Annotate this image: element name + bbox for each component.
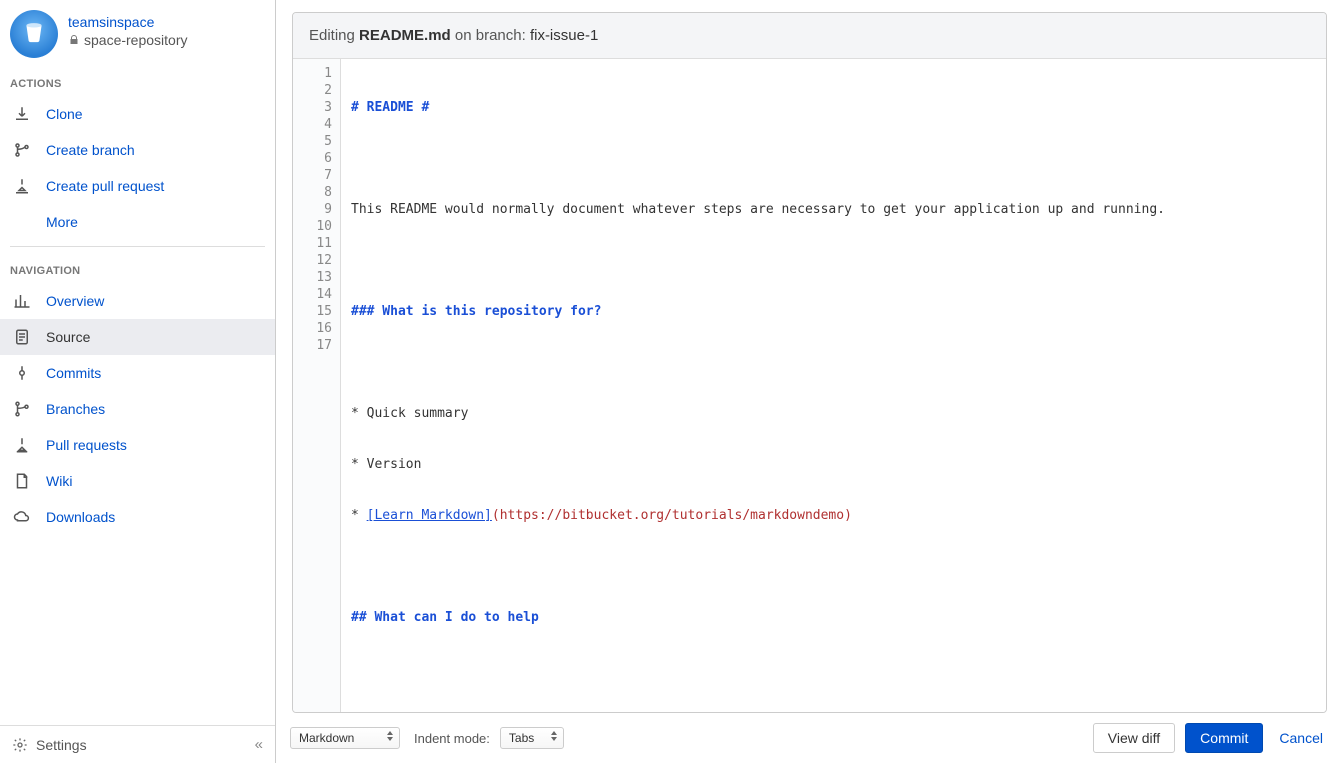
editor-frame: Editing README.md on branch: fix-issue-1… — [292, 12, 1327, 713]
action-label: Create pull request — [46, 178, 164, 194]
line-number: 15 — [293, 303, 332, 320]
line-number: 12 — [293, 252, 332, 269]
syntax-select[interactable]: Markdown — [290, 727, 400, 749]
repo-row: space-repository — [68, 32, 188, 48]
file-lines-icon — [12, 327, 32, 347]
code-token: ## What can I do to help — [351, 610, 539, 625]
line-number: 17 — [293, 337, 332, 354]
code-area[interactable]: # README # This README would normally do… — [341, 59, 1326, 712]
line-number: 11 — [293, 235, 332, 252]
line-number: 16 — [293, 320, 332, 337]
bucket-icon — [21, 21, 47, 47]
code-token: * Quick summary — [351, 406, 468, 421]
line-number: 6 — [293, 150, 332, 167]
bottom-bar: Markdown Indent mode: Tabs View diff Com… — [276, 713, 1343, 763]
chart-icon — [12, 291, 32, 311]
editor-header-file: README.md — [359, 27, 451, 44]
nav-label: Downloads — [46, 509, 115, 525]
indent-mode-select[interactable]: Tabs — [500, 727, 564, 749]
nav-label: Wiki — [46, 473, 72, 489]
code-token: * Version — [351, 457, 421, 472]
nav-label: Overview — [46, 293, 104, 309]
blank-icon — [12, 212, 32, 232]
line-number: 10 — [293, 218, 332, 235]
action-more[interactable]: More — [0, 204, 275, 240]
code-token: # README # — [351, 100, 429, 115]
code-token: (https://bitbucket.org/tutorials/markdow… — [492, 508, 852, 523]
action-create-branch[interactable]: Create branch — [0, 132, 275, 168]
nav-branches[interactable]: Branches — [0, 391, 275, 427]
project-info: teamsinspace space-repository — [68, 10, 188, 48]
repo-name: space-repository — [84, 32, 188, 48]
view-diff-button[interactable]: View diff — [1093, 723, 1175, 753]
navigation-label: NAVIGATION — [0, 253, 275, 283]
nav-wiki[interactable]: Wiki — [0, 463, 275, 499]
main: Editing README.md on branch: fix-issue-1… — [276, 0, 1343, 763]
line-number: 4 — [293, 116, 332, 133]
action-clone[interactable]: Clone — [0, 96, 275, 132]
actions-label: ACTIONS — [0, 66, 275, 96]
line-number: 5 — [293, 133, 332, 150]
page-icon — [12, 471, 32, 491]
project-avatar[interactable] — [10, 10, 58, 58]
line-number: 14 — [293, 286, 332, 303]
action-label: More — [46, 214, 78, 230]
line-number-gutter: 1 2 3 4 5 6 7 8 9 10 11 12 13 14 15 16 1… — [293, 59, 341, 712]
code-token: [Learn Markdown] — [367, 508, 492, 523]
sidebar-header: teamsinspace space-repository — [0, 0, 275, 66]
pull-request-plus-icon — [12, 176, 32, 196]
line-number: 7 — [293, 167, 332, 184]
branch-icon — [12, 399, 32, 419]
download-icon — [12, 104, 32, 124]
commit-button[interactable]: Commit — [1185, 723, 1263, 753]
gear-icon — [12, 737, 28, 753]
code-token: * — [351, 508, 367, 523]
branch-plus-icon — [12, 140, 32, 160]
action-create-pr[interactable]: Create pull request — [0, 168, 275, 204]
nav-downloads[interactable]: Downloads — [0, 499, 275, 535]
sidebar-footer: Settings « — [0, 725, 275, 763]
nav-commits[interactable]: Commits — [0, 355, 275, 391]
cloud-download-icon — [12, 507, 32, 527]
settings-label: Settings — [36, 737, 87, 753]
navigation-list: Overview Source Commits Branches Pull re… — [0, 283, 275, 535]
cancel-link[interactable]: Cancel — [1273, 724, 1329, 752]
divider — [10, 246, 265, 247]
line-number: 1 — [293, 65, 332, 82]
lock-icon — [68, 34, 80, 46]
sidebar: teamsinspace space-repository ACTIONS Cl… — [0, 0, 276, 763]
nav-pull-requests[interactable]: Pull requests — [0, 427, 275, 463]
editor-header-branch: fix-issue-1 — [530, 27, 598, 44]
indent-mode-label: Indent mode: — [414, 731, 490, 746]
nav-label: Branches — [46, 401, 105, 417]
nav-label: Commits — [46, 365, 101, 381]
nav-label: Pull requests — [46, 437, 127, 453]
settings-link[interactable]: Settings — [12, 737, 87, 753]
indent-mode-value: Tabs — [509, 731, 534, 745]
code-token: This README would normally document what… — [351, 202, 1165, 217]
project-name[interactable]: teamsinspace — [68, 14, 188, 30]
pull-request-icon — [12, 435, 32, 455]
line-number: 8 — [293, 184, 332, 201]
actions-list: Clone Create branch Create pull request … — [0, 96, 275, 240]
nav-label: Source — [46, 329, 90, 345]
nav-overview[interactable]: Overview — [0, 283, 275, 319]
line-number: 9 — [293, 201, 332, 218]
line-number: 13 — [293, 269, 332, 286]
editor-header-mid: on branch: — [451, 27, 530, 44]
line-number: 2 — [293, 82, 332, 99]
line-number: 3 — [293, 99, 332, 116]
action-label: Create branch — [46, 142, 135, 158]
code-token: ### What is this repository for? — [351, 304, 601, 319]
syntax-select-value: Markdown — [299, 731, 354, 745]
collapse-sidebar-button[interactable]: « — [255, 736, 263, 753]
editor-body[interactable]: 1 2 3 4 5 6 7 8 9 10 11 12 13 14 15 16 1… — [293, 59, 1326, 712]
editor-header-prefix: Editing — [309, 27, 359, 44]
editor-header: Editing README.md on branch: fix-issue-1 — [293, 13, 1326, 59]
action-label: Clone — [46, 106, 83, 122]
commit-icon — [12, 363, 32, 383]
nav-source[interactable]: Source — [0, 319, 275, 355]
